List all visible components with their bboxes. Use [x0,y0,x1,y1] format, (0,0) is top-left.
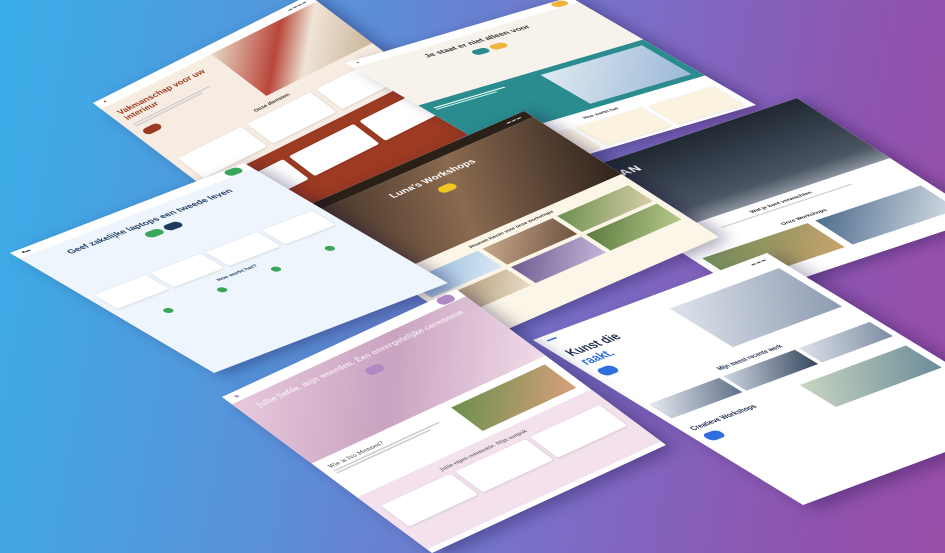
cta-button[interactable] [435,182,460,194]
logo: ▬▬ [544,335,560,343]
hero-headline: Je staat er niet alleen voor [421,24,533,59]
cta-button[interactable] [142,227,167,239]
step-icon [214,286,230,294]
step-card [647,86,745,125]
logo: ● [102,99,109,104]
step-card [575,107,673,146]
cta-button[interactable] [469,47,492,56]
step-icon [160,307,176,315]
workshop-button[interactable] [701,429,728,442]
cta-button-secondary[interactable] [487,41,511,51]
logo: ❀ [232,393,242,399]
cta-button[interactable] [594,364,622,377]
cta-button-secondary[interactable] [161,220,186,232]
step-icon [268,265,283,273]
step-icon [322,245,337,253]
logo: ● [354,61,362,65]
cta-button[interactable] [362,362,387,377]
cta-button[interactable] [140,122,164,136]
